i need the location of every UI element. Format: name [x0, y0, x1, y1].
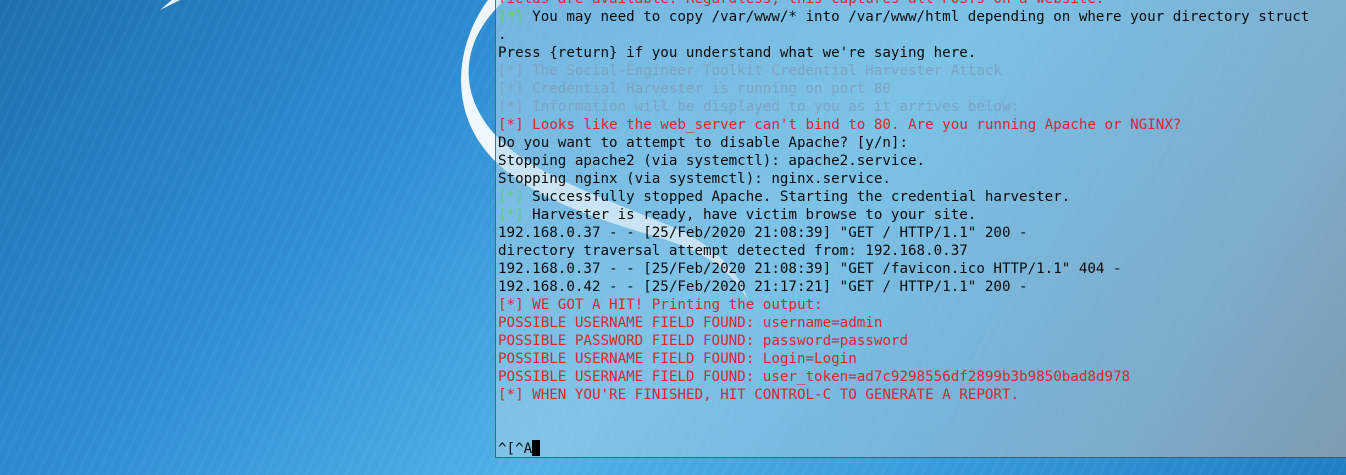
terminal-line: [*] The Social-Engineer Toolkit Credenti… [498, 62, 1309, 80]
terminal-window[interactable]: fields are available. Regardless, this c… [495, 0, 1346, 458]
terminal-line: Stopping apache2 (via systemctl): apache… [498, 152, 1309, 170]
terminal-line: 192.168.0.42 - - [25/Feb/2020 21:17:21] … [498, 278, 1309, 296]
terminal-line-text: . [498, 27, 507, 43]
terminal-output: fields are available. Regardless, this c… [498, 0, 1309, 457]
terminal-line-text: [*] WE GOT A HIT! Printing the output: [498, 297, 823, 313]
terminal-line: . [498, 26, 1309, 44]
terminal-line-text: [*] Information will be displayed to you… [498, 99, 1020, 115]
terminal-line: ^[^A [498, 440, 1309, 457]
terminal-line: [*] Credential Harvester is running on p… [498, 80, 1309, 98]
terminal-line: POSSIBLE USERNAME FIELD FOUND: Login=Log… [498, 350, 1309, 368]
terminal-line-text: [*] The Social-Engineer Toolkit Credenti… [498, 63, 1002, 79]
terminal-line: POSSIBLE PASSWORD FIELD FOUND: password=… [498, 332, 1309, 350]
terminal-line-text: Stopping apache2 (via systemctl): apache… [498, 153, 926, 169]
status-tag: [*] [498, 207, 524, 223]
terminal-line: Do you want to attempt to disable Apache… [498, 134, 1309, 152]
terminal-line: [*] WE GOT A HIT! Printing the output: [498, 296, 1309, 314]
terminal-line-text: Stopping nginx (via systemctl): nginx.se… [498, 171, 891, 187]
terminal-line-text: Harvester is ready, have victim browse t… [523, 207, 977, 223]
terminal-line: directory traversal attempt detected fro… [498, 242, 1309, 260]
terminal-line-text: POSSIBLE PASSWORD FIELD FOUND: password=… [498, 333, 908, 349]
terminal-line-text: You may need to copy /var/www/* into /va… [523, 9, 1310, 25]
terminal-line-text: POSSIBLE USERNAME FIELD FOUND: Login=Log… [498, 351, 857, 367]
terminal-line: 192.168.0.37 - - [25/Feb/2020 21:08:39] … [498, 260, 1309, 278]
terminal-line: Press {return} if you understand what we… [498, 44, 1309, 62]
terminal-line-text: ^[^A [498, 441, 533, 457]
terminal-line-text: [*] Credential Harvester is running on p… [498, 81, 891, 97]
terminal-line-text: 192.168.0.37 - - [25/Feb/2020 21:08:39] … [498, 225, 1028, 241]
text-cursor [532, 440, 541, 456]
terminal-line: POSSIBLE USERNAME FIELD FOUND: user_toke… [498, 368, 1309, 386]
terminal-line-text: POSSIBLE USERNAME FIELD FOUND: username=… [498, 315, 883, 331]
terminal-line: POSSIBLE USERNAME FIELD FOUND: username=… [498, 314, 1309, 332]
terminal-line-text: fields are available. Regardless, this c… [498, 0, 1104, 7]
status-tag: [*] [498, 189, 524, 205]
terminal-line: [*] Harvester is ready, have victim brow… [498, 206, 1309, 224]
terminal-line: [*] You may need to copy /var/www/* into… [498, 8, 1309, 26]
terminal-line: [*] Successfully stopped Apache. Startin… [498, 188, 1309, 206]
terminal-line: [*] Looks like the web_server can't bind… [498, 116, 1309, 134]
terminal-line-text: 192.168.0.42 - - [25/Feb/2020 21:17:21] … [498, 279, 1028, 295]
status-tag: [*] [498, 9, 524, 25]
terminal-line-text: Do you want to attempt to disable Apache… [498, 135, 908, 151]
terminal-line-text: [*] WHEN YOU'RE FINISHED, HIT CONTROL-C … [498, 387, 1020, 403]
terminal-line: [*] WHEN YOU'RE FINISHED, HIT CONTROL-C … [498, 386, 1309, 404]
terminal-line: [*] Information will be displayed to you… [498, 98, 1309, 116]
terminal-line: fields are available. Regardless, this c… [498, 0, 1309, 8]
terminal-line-text: Successfully stopped Apache. Starting th… [523, 189, 1071, 205]
terminal-line-text: [*] Looks like the web_server can't bind… [498, 117, 1182, 133]
terminal-line-text: directory traversal attempt detected fro… [498, 243, 968, 259]
terminal-line-text: 192.168.0.37 - - [25/Feb/2020 21:08:39] … [498, 261, 1122, 277]
terminal-line-text: POSSIBLE USERNAME FIELD FOUND: user_toke… [498, 369, 1131, 385]
terminal-line-text: Press {return} if you understand what we… [498, 45, 977, 61]
terminal-line: 192.168.0.37 - - [25/Feb/2020 21:08:39] … [498, 224, 1309, 242]
terminal-line: Stopping nginx (via systemctl): nginx.se… [498, 170, 1309, 188]
